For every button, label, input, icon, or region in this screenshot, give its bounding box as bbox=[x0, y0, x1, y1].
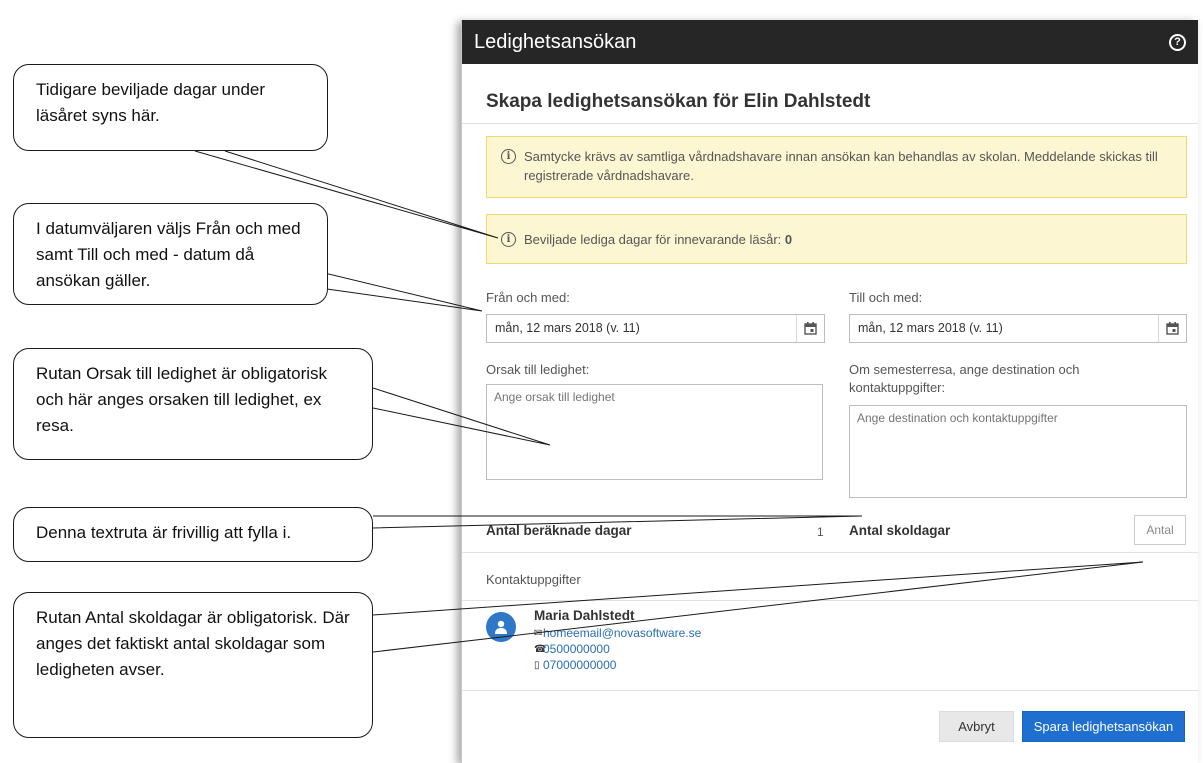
screenshot-stage: { "dialog": { "title": "Ledighetsansökan… bbox=[0, 0, 1203, 763]
approved-days-value: 0 bbox=[784, 232, 793, 247]
to-date-label: Till och med: bbox=[849, 290, 923, 305]
destination-label: Om semesterresa, ange destination och ko… bbox=[849, 362, 1080, 395]
cancel-button[interactable]: Avbryt bbox=[939, 711, 1014, 742]
school-days-label: Antal skoldagar bbox=[849, 523, 951, 538]
contact-name: Maria Dahlstedt bbox=[534, 608, 635, 623]
dialog-title: Ledighetsansökan bbox=[474, 30, 637, 53]
school-days-input[interactable]: Antal bbox=[1134, 515, 1186, 545]
contact-phone-link[interactable]: 0500000000 bbox=[543, 642, 610, 656]
info-icon: i bbox=[501, 232, 516, 247]
approved-days-text: Beviljade lediga dagar för innevarande l… bbox=[524, 232, 782, 247]
phone-icon: ☎ bbox=[534, 643, 547, 655]
callout-reason: Rutan Orsak till ledighet är obligatoris… bbox=[13, 348, 373, 460]
calculated-days-value: 1 bbox=[817, 525, 824, 539]
info-icon: i bbox=[501, 149, 516, 164]
contacts-label: Kontaktuppgifter bbox=[486, 572, 581, 587]
divider bbox=[462, 600, 1198, 601]
save-leave-application-button[interactable]: Spara ledighetsansökan bbox=[1022, 711, 1185, 742]
callout-optional-field: Denna textruta är frivillig att fylla i. bbox=[13, 507, 373, 562]
destination-textarea[interactable] bbox=[849, 405, 1187, 498]
dialog-titlebar: Ledighetsansökan ? bbox=[462, 20, 1198, 64]
callout-approved-days: Tidigare beviljade dagar under läsåret s… bbox=[13, 64, 328, 151]
contact-email-row: ✉ homeemail@novasoftware.se bbox=[534, 626, 701, 640]
leave-application-dialog: Ledighetsansökan ? Skapa ledighetsansöka… bbox=[461, 20, 1198, 763]
user-avatar-icon bbox=[486, 612, 516, 642]
contact-mobile-row: ▯ 07000000000 bbox=[534, 658, 616, 672]
callout-date-picker: I datumväljaren väljs Från och med samt … bbox=[13, 203, 328, 305]
mobile-phone-icon: ▯ bbox=[534, 659, 540, 671]
from-date-label: Från och med: bbox=[486, 290, 570, 305]
contact-mobile-link[interactable]: 07000000000 bbox=[543, 658, 616, 672]
reason-label: Orsak till ledighet: bbox=[486, 362, 590, 377]
from-date-picker[interactable]: mån, 12 mars 2018 (v. 11) bbox=[486, 314, 825, 343]
to-date-picker[interactable]: mån, 12 mars 2018 (v. 11) bbox=[849, 314, 1187, 343]
envelope-icon: ✉ bbox=[534, 627, 543, 639]
callout-school-days: Rutan Antal skoldagar är obligatorisk. D… bbox=[13, 592, 373, 738]
dialog-footer: Avbryt Spara ledighetsansökan bbox=[462, 690, 1198, 763]
contact-email-link[interactable]: homeemail@novasoftware.se bbox=[543, 626, 701, 640]
page-title: Skapa ledighetsansökan för Elin Dahlsted… bbox=[486, 91, 871, 112]
from-date-value: mån, 12 mars 2018 (v. 11) bbox=[495, 321, 640, 335]
divider bbox=[462, 123, 1198, 124]
consent-alert-text: Samtycke krävs av samtliga vårdnadshavar… bbox=[524, 149, 1158, 183]
consent-alert: i Samtycke krävs av samtliga vårdnadshav… bbox=[486, 136, 1187, 198]
approved-days-alert: i Beviljade lediga dagar för innevarande… bbox=[486, 214, 1187, 264]
calendar-icon[interactable] bbox=[1158, 315, 1186, 342]
contact-phone-row: ☎ 0500000000 bbox=[534, 642, 610, 656]
to-date-value: mån, 12 mars 2018 (v. 11) bbox=[858, 321, 1003, 335]
help-icon[interactable]: ? bbox=[1169, 33, 1186, 51]
reason-textarea[interactable] bbox=[486, 384, 823, 480]
divider bbox=[462, 552, 1198, 553]
calculated-days-label: Antal beräknade dagar bbox=[486, 523, 632, 538]
calendar-icon[interactable] bbox=[796, 315, 824, 342]
